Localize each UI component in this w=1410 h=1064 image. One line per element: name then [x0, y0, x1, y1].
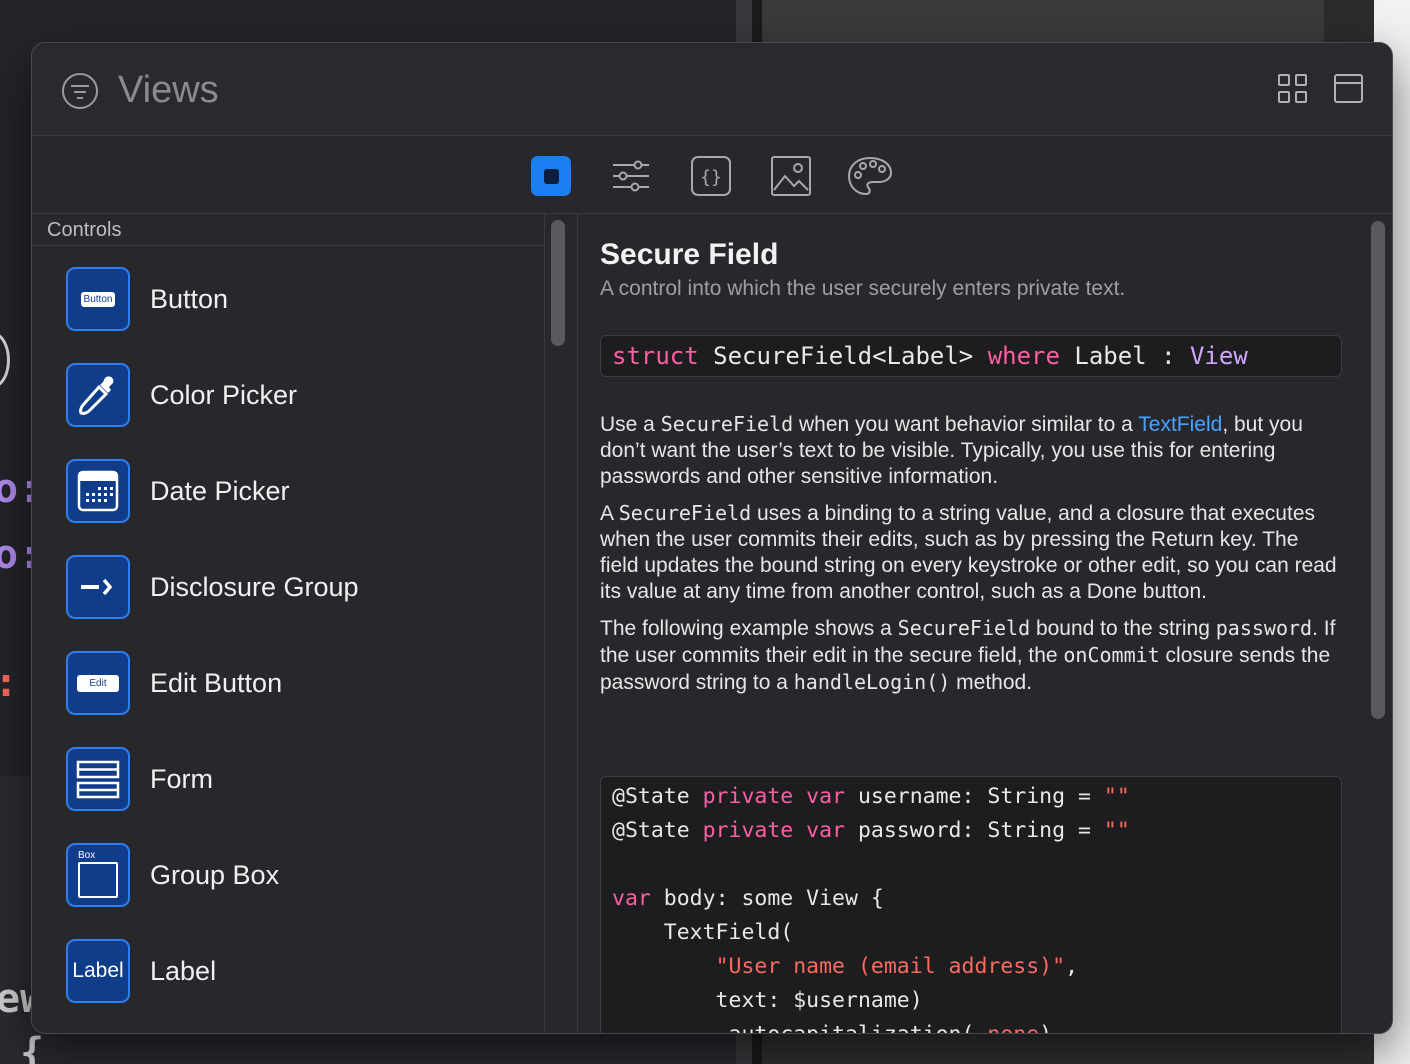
svg-text:{}: {}: [700, 167, 722, 188]
code-type-link[interactable]: View: [1190, 342, 1248, 370]
page-title: Secure Field: [600, 238, 779, 271]
code-line: .autocapitalization(.none): [612, 1018, 1330, 1033]
list-item-label: Disclosure Group: [150, 571, 359, 602]
label-icon: Label: [66, 939, 130, 1003]
background-bottom: [762, 1034, 1374, 1064]
detail-scrollbar-thumb[interactable]: [1371, 221, 1385, 719]
list-item-group-box[interactable]: Box Group Box: [32, 827, 545, 923]
documentation-pane: Secure Field A control into which the us…: [577, 214, 1365, 1033]
media-photo-icon: [771, 156, 811, 196]
filter-circle-icon[interactable]: [62, 73, 98, 109]
code-line: var body: some View {: [612, 886, 884, 911]
icon-chip: Edit: [77, 674, 119, 692]
edit-button-icon: Edit: [66, 651, 130, 715]
code-keyword: struct: [612, 342, 699, 370]
divider: [32, 245, 545, 246]
code-keyword: where: [987, 342, 1060, 370]
list-item-label: Color Picker: [150, 379, 298, 410]
paragraph: The following example shows a SecureFiel…: [600, 616, 1336, 694]
list-item-color-picker[interactable]: Color Picker: [32, 347, 545, 443]
icon-chip: Button: [80, 291, 116, 307]
group-box-icon: Box: [66, 843, 130, 907]
disclosure-arrow-icon: [66, 555, 130, 619]
code-line: "User name (email address)",: [715, 954, 1079, 979]
code-text: SecureField<Label>: [698, 342, 988, 370]
list-item-label: Date Picker: [150, 475, 290, 506]
tab-media[interactable]: [771, 156, 811, 196]
code-example: @State private var username: String = ""…: [600, 776, 1342, 1033]
library-tab-bar: {}: [32, 136, 1392, 214]
code-line: @State private var password: String = "": [612, 818, 1130, 843]
code-line: text: $username): [612, 988, 923, 1013]
eyedropper-icon: [66, 363, 130, 427]
window-icon[interactable]: [1334, 74, 1363, 103]
calendar-icon: [66, 459, 130, 523]
library-window: {} Controls Butto: [31, 42, 1393, 1034]
paragraph: Use a SecureField when you want behavior…: [600, 412, 1303, 488]
list-item-label[interactable]: Label Label: [32, 923, 545, 1019]
views-tab-square-icon: [543, 168, 559, 184]
paragraph: A SecureField uses a binding to a string…: [600, 501, 1337, 603]
form-icon: [66, 747, 130, 811]
list-item-edit-button[interactable]: Edit Edit Button: [32, 635, 545, 731]
textfield-link[interactable]: TextField: [1138, 413, 1222, 436]
grid-view-icon[interactable]: [1278, 74, 1307, 103]
tab-modifiers[interactable]: [611, 156, 651, 196]
list-scrollbar-thumb[interactable]: [551, 220, 565, 346]
tab-snippets[interactable]: {}: [691, 156, 731, 196]
page-subtitle: A control into which the user securely e…: [600, 277, 1126, 300]
snippets-braces-icon: {}: [691, 156, 731, 196]
list-item-label: Form: [150, 763, 213, 794]
list-item-label: Button: [150, 283, 229, 314]
tab-colors[interactable]: [847, 156, 893, 196]
list-item-disclosure-group[interactable]: Disclosure Group: [32, 539, 545, 635]
code-line: @State private var username: String = "": [612, 784, 1130, 809]
modifiers-sliders-icon: [613, 160, 649, 192]
background-code-fragment: {: [20, 1030, 45, 1064]
list-item-button[interactable]: Button Button: [32, 251, 545, 347]
list-item-label: Group Box: [150, 859, 280, 890]
list-item-date-picker[interactable]: Date Picker: [32, 443, 545, 539]
list-item-label: Label: [150, 955, 217, 986]
background-panel: [762, 0, 1324, 45]
button-icon: Button: [66, 267, 130, 331]
discussion: Use a SecureField when you want behavior…: [600, 411, 1340, 706]
section-title: Controls: [47, 219, 122, 241]
colors-palette-icon: [847, 156, 893, 196]
icon-chip: Label: [72, 959, 124, 982]
code-text: Label :: [1059, 342, 1190, 370]
tab-views[interactable]: [531, 156, 571, 196]
library-search-input[interactable]: [118, 65, 718, 115]
list-item-label: Edit Button: [150, 667, 283, 698]
declaration: struct SecureField<Label> where Label : …: [600, 335, 1342, 377]
controls-list-pane: Controls Button Button Color Picker Date…: [32, 214, 545, 1033]
library-header: [32, 43, 1392, 136]
list-item-form[interactable]: Form: [32, 731, 545, 827]
code-line: TextField(: [612, 920, 794, 945]
icon-chip: Box: [78, 850, 96, 861]
